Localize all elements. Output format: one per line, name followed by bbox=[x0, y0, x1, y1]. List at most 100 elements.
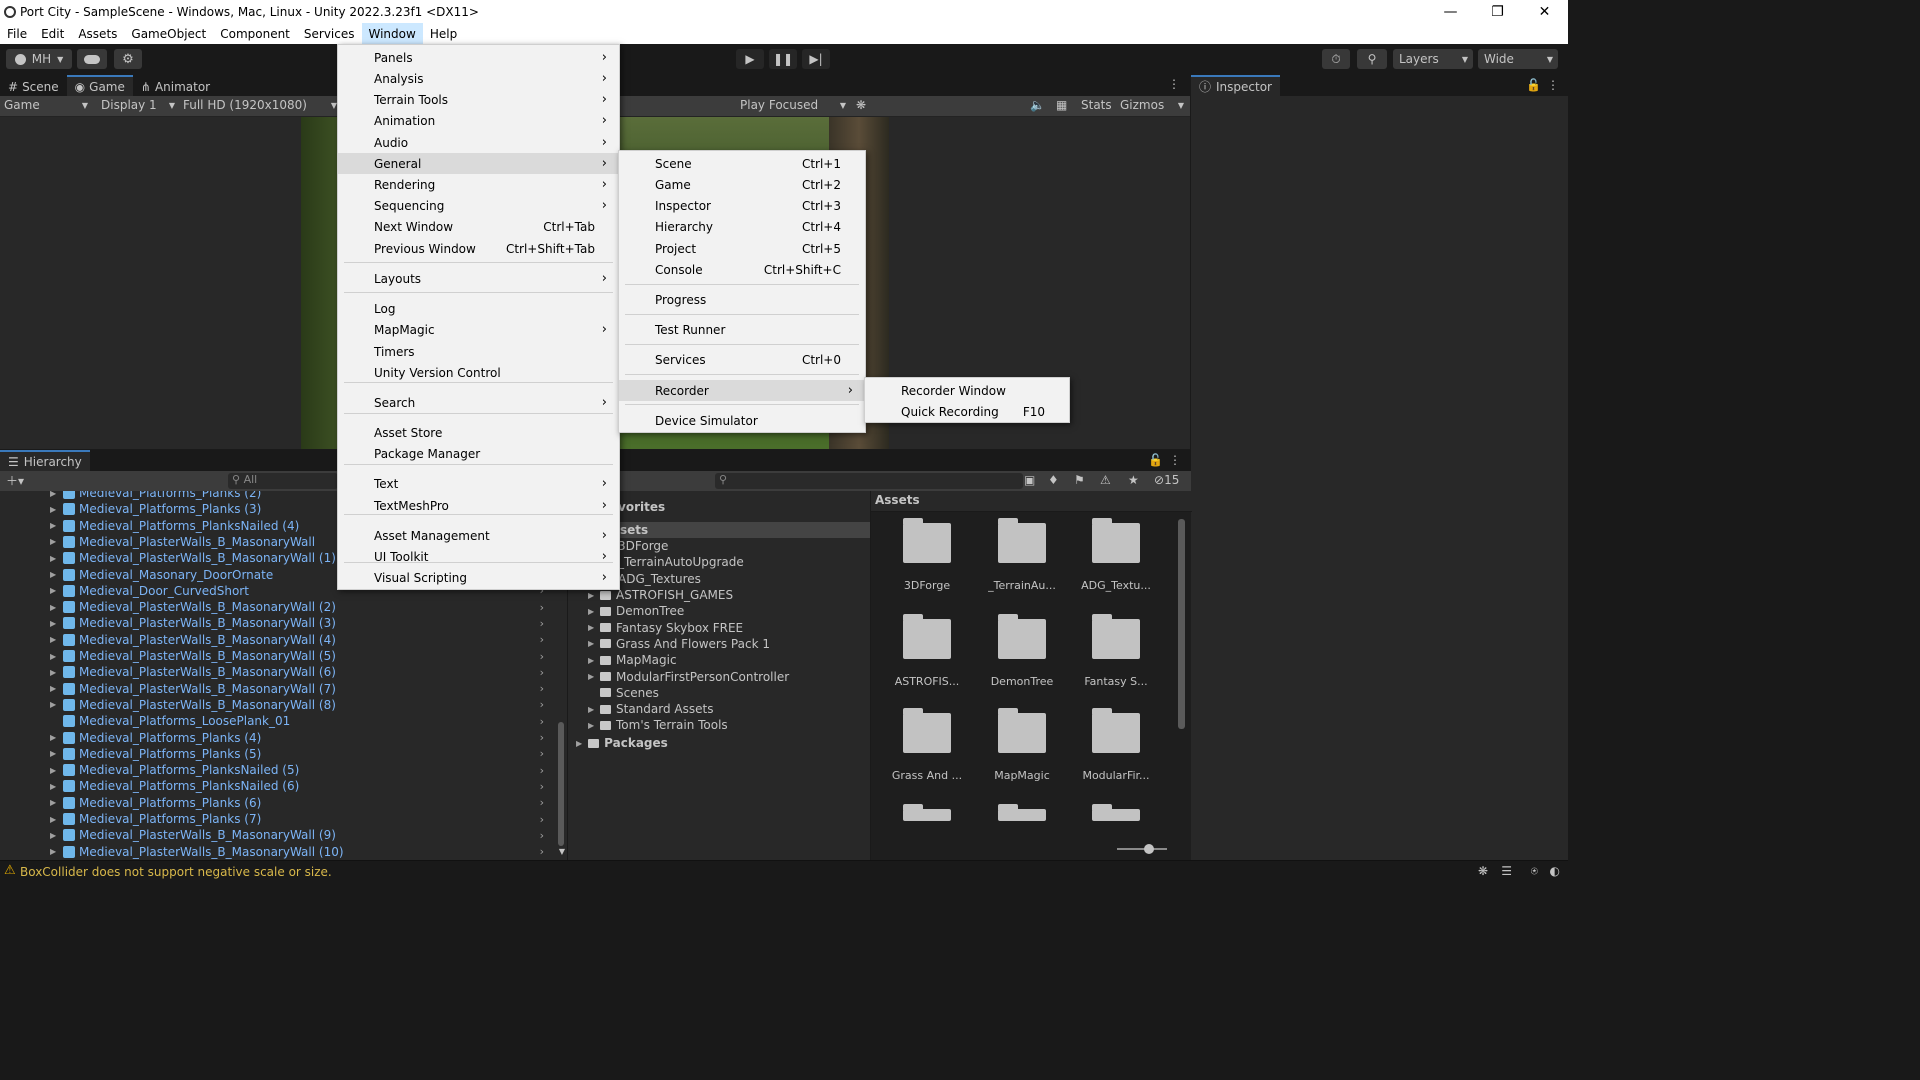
menu-window[interactable]: Window bbox=[361, 23, 423, 44]
account-dropdown[interactable]: MH ▼ bbox=[6, 49, 72, 69]
table-row[interactable]: ▶ Medieval_PlasterWalls_B_MasonaryWall (3… bbox=[0, 615, 550, 631]
table-row[interactable]: ▶ Medieval_Platforms_Planks (4) › bbox=[0, 730, 550, 746]
list-item[interactable]: ▶ Grass And Flowers Pack 1 bbox=[588, 636, 770, 652]
game-mode-dropdown[interactable]: Game ▼ bbox=[4, 98, 90, 112]
minimize-icon[interactable]: — bbox=[1427, 0, 1474, 23]
gizmos-dropdown[interactable]: Gizmos ▼ bbox=[1120, 98, 1186, 112]
list-item[interactable]: ▶ ModularFirstPersonController bbox=[588, 669, 789, 685]
fold-arrow-icon[interactable]: ▶ bbox=[50, 815, 56, 824]
window-menu-item-timers[interactable]: Timers bbox=[338, 341, 619, 362]
window-menu-item-package-manager[interactable]: Package Manager bbox=[338, 443, 619, 464]
table-row[interactable]: ▶ Medieval_Platforms_PlanksNailed (5) › bbox=[0, 762, 550, 778]
window-menu-item-textmeshpro[interactable]: TextMeshPro › bbox=[338, 495, 619, 516]
asset-folder-tile[interactable]: ModularFir... bbox=[1071, 708, 1161, 782]
fold-arrow-icon[interactable]: ▶ bbox=[50, 668, 56, 677]
hidden-packages-count[interactable]: ⊘15 bbox=[1154, 473, 1179, 487]
table-row[interactable]: ▶ Medieval_PlasterWalls_B_MasonaryWall (4… bbox=[0, 632, 550, 648]
list-item[interactable]: ▶ Tom's Terrain Tools bbox=[588, 717, 728, 733]
fold-arrow-icon[interactable]: ▶ bbox=[50, 766, 56, 775]
fold-arrow-icon[interactable]: ▶ bbox=[50, 733, 56, 742]
asset-folder-tile[interactable]: 3DForge bbox=[882, 518, 972, 592]
fold-arrow-icon[interactable]: ▶ bbox=[588, 607, 600, 616]
tab-scene[interactable]: # Scene bbox=[0, 75, 67, 96]
play-button[interactable]: ▶ bbox=[736, 49, 764, 69]
fold-arrow-icon[interactable]: ▶ bbox=[50, 505, 56, 514]
list-item[interactable]: ▶ MapMagic bbox=[588, 652, 677, 668]
table-row[interactable]: ▶ Medieval_Platforms_Planks (5) › bbox=[0, 746, 550, 762]
asset-folder-tile[interactable]: Fantasy S... bbox=[1071, 614, 1161, 688]
table-row[interactable]: ▶ Medieval_PlasterWalls_B_MasonaryWall (7… bbox=[0, 681, 550, 697]
general-menu-item-game[interactable]: Game Ctrl+2 bbox=[619, 174, 865, 195]
fold-arrow-icon[interactable]: ▶ bbox=[50, 749, 56, 758]
window-menu-item-panels[interactable]: Panels › bbox=[338, 47, 619, 68]
keyboard-icon[interactable]: ▦ bbox=[1056, 98, 1067, 112]
table-row[interactable]: ▶ Medieval_PlasterWalls_B_MasonaryWall (1… bbox=[0, 844, 550, 860]
debug-icon[interactable]: ❋ bbox=[1478, 864, 1488, 878]
window-menu-item-text[interactable]: Text › bbox=[338, 473, 619, 494]
stats-button[interactable]: Stats bbox=[1081, 98, 1112, 112]
window-menu-item-ui-toolkit[interactable]: UI Toolkit › bbox=[338, 546, 619, 567]
window-menu-item-layouts[interactable]: Layouts › bbox=[338, 268, 619, 289]
window-menu-item-unity-version-control[interactable]: Unity Version Control bbox=[338, 362, 619, 383]
asset-folder-tile[interactable] bbox=[1071, 804, 1161, 821]
asset-folder-tile[interactable]: MapMagic bbox=[977, 708, 1067, 782]
window-menu-item-next-window[interactable]: Next Window Ctrl+Tab bbox=[338, 216, 619, 237]
add-object-button[interactable]: ＋▾ bbox=[6, 472, 24, 489]
table-row[interactable]: ▶ Medieval_Platforms_Planks (6) › bbox=[0, 795, 550, 811]
asset-folder-tile[interactable] bbox=[977, 804, 1067, 821]
chevron-right-icon[interactable]: › bbox=[540, 682, 544, 695]
close-icon[interactable]: ✕ bbox=[1521, 0, 1568, 23]
table-row[interactable]: ▶ Medieval_PlasterWalls_B_MasonaryWall (9… bbox=[0, 827, 550, 843]
step-button[interactable]: ▶| bbox=[802, 49, 830, 69]
chevron-right-icon[interactable]: › bbox=[540, 650, 544, 663]
restore-icon[interactable]: ❐ bbox=[1474, 0, 1521, 23]
fold-arrow-icon[interactable]: ▶ bbox=[50, 603, 56, 612]
menu-component[interactable]: Component bbox=[213, 23, 297, 44]
fold-arrow-icon[interactable]: ▶ bbox=[50, 798, 56, 807]
window-menu-item-visual-scripting[interactable]: Visual Scripting › bbox=[338, 567, 619, 588]
fold-arrow-icon[interactable]: ▶ bbox=[588, 639, 600, 648]
window-menu-item-log[interactable]: Log bbox=[338, 298, 619, 319]
window-menu-item-audio[interactable]: Audio › bbox=[338, 132, 619, 153]
window-menu-item-asset-management[interactable]: Asset Management › bbox=[338, 525, 619, 546]
general-menu-item-progress[interactable]: Progress bbox=[619, 289, 865, 310]
window-menu-item-rendering[interactable]: Rendering › bbox=[338, 174, 619, 195]
icon-size-slider-handle[interactable] bbox=[1144, 844, 1154, 854]
window-menu-item-search[interactable]: Search › bbox=[338, 392, 619, 413]
recorder-menu-item-quick-recording[interactable]: Quick Recording F10 bbox=[865, 401, 1069, 422]
window-menu-item-mapmagic[interactable]: MapMagic › bbox=[338, 319, 619, 340]
search-type-icon[interactable]: ▣ bbox=[1024, 473, 1035, 487]
menu-file[interactable]: File bbox=[0, 23, 34, 44]
display-dropdown[interactable]: Display 1 ▼ bbox=[101, 98, 175, 112]
fold-arrow-icon[interactable]: ▶ bbox=[50, 491, 56, 498]
favorites-label[interactable]: vorites bbox=[618, 499, 665, 515]
fold-arrow-icon[interactable]: ▶ bbox=[50, 652, 56, 661]
chevron-right-icon[interactable]: › bbox=[540, 829, 544, 842]
recorder-menu-item-recorder-window[interactable]: Recorder Window bbox=[865, 380, 1069, 401]
asset-folder-tile[interactable] bbox=[882, 804, 972, 821]
window-menu-item-analysis[interactable]: Analysis › bbox=[338, 68, 619, 89]
cache-icon[interactable]: ☰ bbox=[1501, 864, 1512, 878]
more-options-icon[interactable]: ⋮ bbox=[1169, 453, 1181, 467]
chevron-right-icon[interactable]: › bbox=[540, 698, 544, 711]
asset-folder-tile[interactable]: _TerrainAu... bbox=[977, 518, 1067, 592]
scroll-down-icon[interactable]: ▼ bbox=[559, 847, 565, 856]
chevron-right-icon[interactable]: › bbox=[540, 601, 544, 614]
chevron-right-icon[interactable]: › bbox=[540, 845, 544, 858]
table-row[interactable]: ▶ Medieval_PlasterWalls_B_MasonaryWall (6… bbox=[0, 664, 550, 680]
fold-arrow-icon[interactable]: ▶ bbox=[50, 570, 56, 579]
fold-arrow-icon[interactable]: ▶ bbox=[588, 705, 600, 714]
general-menu-item-inspector[interactable]: Inspector Ctrl+3 bbox=[619, 195, 865, 216]
more-options-icon[interactable]: ⋮ bbox=[1168, 77, 1180, 91]
audio-mute-icon[interactable]: 🔈 bbox=[1030, 98, 1045, 112]
chevron-right-icon[interactable]: › bbox=[540, 813, 544, 826]
fold-arrow-icon[interactable]: ▶ bbox=[50, 586, 56, 595]
lock-icon[interactable]: 🔓 bbox=[1148, 453, 1163, 467]
network-icon[interactable]: ⍟ bbox=[1531, 864, 1538, 879]
tab-animator[interactable]: ⋔ Animator bbox=[132, 75, 219, 96]
fold-arrow-icon[interactable]: ▶ bbox=[50, 537, 56, 546]
fold-arrow-icon[interactable]: ▶ bbox=[588, 623, 600, 632]
fold-arrow-icon[interactable]: ▶ bbox=[50, 521, 56, 530]
warning-filter-icon[interactable]: ⚠ bbox=[1100, 473, 1111, 487]
table-row[interactable]: Medieval_Platforms_LoosePlank_01 › bbox=[0, 713, 550, 729]
